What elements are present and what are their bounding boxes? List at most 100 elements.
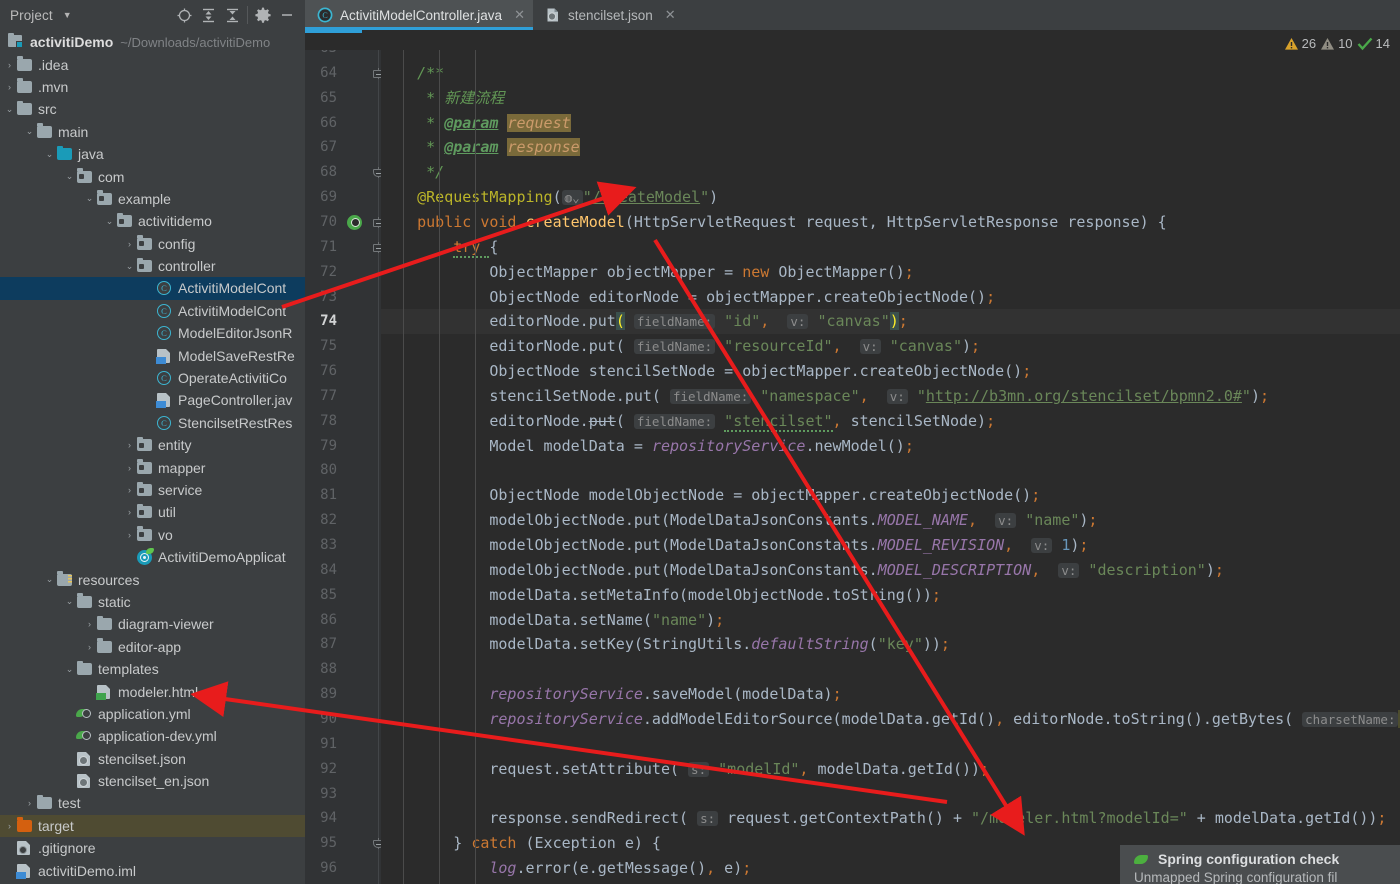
tree-item-editor-app[interactable]: ›editor-app [0, 636, 305, 658]
tree-item-mvn[interactable]: ›.mvn [0, 76, 305, 98]
tree-item-stencilsetrestres[interactable]: ·CStencilsetRestRes [0, 412, 305, 434]
tree-item-modeleditorjsonr[interactable]: ·CModelEditorJsonR [0, 322, 305, 344]
collapse-all-icon[interactable] [220, 3, 244, 27]
settings-gear-icon[interactable] [251, 3, 275, 27]
tree-item-activitidemoapplicat[interactable]: ·ActivitiDemoApplicat [0, 546, 305, 568]
tree-item-resources[interactable]: ⌄resources [0, 568, 305, 590]
tree-item-config[interactable]: ›config [0, 233, 305, 255]
tree-item-controller[interactable]: ⌄controller [0, 255, 305, 277]
tree-item-idea[interactable]: ›.idea [0, 53, 305, 75]
code-line[interactable]: Model modelData = repositoryService.newM… [381, 434, 1400, 459]
code-text[interactable]: /** * 新建流程 * @param request * @param res… [381, 50, 1400, 884]
code-line[interactable]: ObjectMapper objectMapper = new ObjectMa… [381, 260, 1400, 285]
code-line[interactable] [381, 50, 1400, 61]
code-line[interactable] [381, 657, 1400, 682]
chevron-right-icon[interactable]: › [123, 463, 136, 473]
tab-stencilset-json[interactable]: stencilset.json ✕ [533, 0, 684, 30]
tree-item-operateactivitico[interactable]: ·COperateActivitiCo [0, 367, 305, 389]
tree-item-example[interactable]: ⌄example [0, 188, 305, 210]
close-icon[interactable]: ✕ [514, 7, 525, 23]
tree-item-java[interactable]: ⌄java [0, 143, 305, 165]
code-line[interactable]: public void createModel(HttpServletReque… [381, 210, 1400, 235]
code-line[interactable]: repositoryService.addModelEditorSource(m… [381, 707, 1400, 732]
code-line[interactable]: ObjectNode modelObjectNode = objectMappe… [381, 483, 1400, 508]
chevron-down-icon[interactable]: ⌄ [63, 596, 76, 607]
error-count-chip[interactable]: 26 [1284, 36, 1316, 51]
chevron-right-icon[interactable]: › [123, 485, 136, 495]
chevron-right-icon[interactable]: › [123, 530, 136, 540]
chevron-down-icon[interactable]: ⌄ [103, 216, 116, 227]
tree-item-static[interactable]: ⌄static [0, 591, 305, 613]
inspection-status-chips[interactable]: 26 10 14 [1284, 36, 1390, 51]
tree-item-main[interactable]: ⌄main [0, 121, 305, 143]
code-line[interactable]: ObjectNode editorNode = objectMapper.cre… [381, 285, 1400, 310]
code-line[interactable]: */ [381, 160, 1400, 185]
code-line[interactable]: response.sendRedirect( s: request.getCon… [381, 806, 1400, 831]
expand-all-icon[interactable] [196, 3, 220, 27]
code-line[interactable]: try { [381, 235, 1400, 260]
tree-item-modeler-html[interactable]: ·modeler.html [0, 680, 305, 702]
close-icon[interactable]: ✕ [665, 7, 676, 23]
chevron-down-icon[interactable]: ⌄ [43, 574, 56, 585]
code-line[interactable]: request.setAttribute( s: "modelId", mode… [381, 757, 1400, 782]
code-line[interactable]: modelData.setName("name"); [381, 608, 1400, 633]
chevron-right-icon[interactable]: › [83, 642, 96, 652]
code-line[interactable]: * @param request [381, 111, 1400, 136]
code-line[interactable] [381, 782, 1400, 807]
tree-item-target[interactable]: ›target [0, 815, 305, 837]
tree-item-com[interactable]: ⌄com [0, 165, 305, 187]
code-line[interactable]: @RequestMapping(◍⌄"/createModel") [381, 185, 1400, 210]
code-line[interactable]: modelData.setMetaInfo(modelObjectNode.to… [381, 583, 1400, 608]
tab-activitimodelcontroller-java[interactable]: C ActivitiModelController.java ✕ [305, 0, 533, 30]
code-line[interactable]: repositoryService.saveModel(modelData); [381, 682, 1400, 707]
code-line[interactable]: * 新建流程 [381, 86, 1400, 111]
tree-item-gitignore[interactable]: ·.gitignore [0, 837, 305, 859]
tree-item-activitidemo[interactable]: ⌄activitidemo [0, 210, 305, 232]
project-tree[interactable]: activitiDemo ~/Downloads/activitiDemo ›.… [0, 30, 305, 884]
project-panel-title[interactable]: Project [10, 8, 53, 23]
tree-item-application-yml[interactable]: ·application.yml [0, 703, 305, 725]
tree-item-activitidemo-iml[interactable]: ·activitiDemo.iml [0, 859, 305, 881]
chevron-right-icon[interactable]: › [3, 82, 16, 92]
tree-item-activitimodelcont[interactable]: ·CActivitiModelCont [0, 277, 305, 299]
editor-gutter[interactable]: 6364656667686970717273747576777879808182… [305, 50, 381, 884]
code-line[interactable]: modelData.setKey(StringUtils.defaultStri… [381, 632, 1400, 657]
chevron-down-icon[interactable]: ⌄ [23, 126, 36, 137]
chevron-down-icon[interactable]: ▼ [63, 11, 72, 20]
weak-warning-count-chip[interactable]: 10 [1320, 36, 1352, 51]
success-count-chip[interactable]: 14 [1357, 36, 1390, 51]
tree-item-activitimodelcont[interactable]: ·CActivitiModelCont [0, 300, 305, 322]
code-line[interactable]: editorNode.put( fieldName: "id", v: "can… [381, 309, 1400, 334]
tree-item-pagecontroller-jav[interactable]: ·PageController.jav [0, 389, 305, 411]
tree-item-mapper[interactable]: ›mapper [0, 456, 305, 478]
tree-item-modelsaverestre[interactable]: ·ModelSaveRestRe [0, 344, 305, 366]
chevron-right-icon[interactable]: › [23, 798, 36, 808]
tree-item-stencilset-en-json[interactable]: ·stencilset_en.json [0, 770, 305, 792]
chevron-right-icon[interactable]: › [123, 239, 136, 249]
code-line[interactable]: stencilSetNode.put( fieldName: "namespac… [381, 384, 1400, 409]
code-line[interactable]: modelObjectNode.put(ModelDataJsonConstan… [381, 533, 1400, 558]
chevron-right-icon[interactable]: › [123, 507, 136, 517]
code-line[interactable] [381, 458, 1400, 483]
tree-item-src[interactable]: ⌄src [0, 98, 305, 120]
tree-item-util[interactable]: ›util [0, 501, 305, 523]
chevron-down-icon[interactable]: ⌄ [3, 104, 16, 115]
tree-item-diagram-viewer[interactable]: ›diagram-viewer [0, 613, 305, 635]
chevron-right-icon[interactable]: › [123, 440, 136, 450]
tree-item-templates[interactable]: ⌄templates [0, 658, 305, 680]
minimize-icon[interactable] [275, 3, 299, 27]
tree-root-row[interactable]: activitiDemo ~/Downloads/activitiDemo [0, 31, 305, 53]
code-line[interactable] [381, 732, 1400, 757]
code-line[interactable]: editorNode.put( fieldName: "stencilset",… [381, 409, 1400, 434]
tree-item-stencilset-json[interactable]: ·stencilset.json [0, 748, 305, 770]
code-line[interactable]: ObjectNode stencilSetNode = objectMapper… [381, 359, 1400, 384]
tree-item-entity[interactable]: ›entity [0, 434, 305, 456]
tree-item-test[interactable]: ›test [0, 792, 305, 814]
spring-configuration-notification[interactable]: Spring configuration check Unmapped Spri… [1120, 845, 1400, 884]
run-gutter-icon[interactable] [347, 215, 362, 230]
code-line[interactable]: modelObjectNode.put(ModelDataJsonConstan… [381, 508, 1400, 533]
locate-icon[interactable] [172, 3, 196, 27]
code-line[interactable]: /** [381, 61, 1400, 86]
code-line[interactable]: modelObjectNode.put(ModelDataJsonConstan… [381, 558, 1400, 583]
code-line[interactable]: * @param response [381, 135, 1400, 160]
